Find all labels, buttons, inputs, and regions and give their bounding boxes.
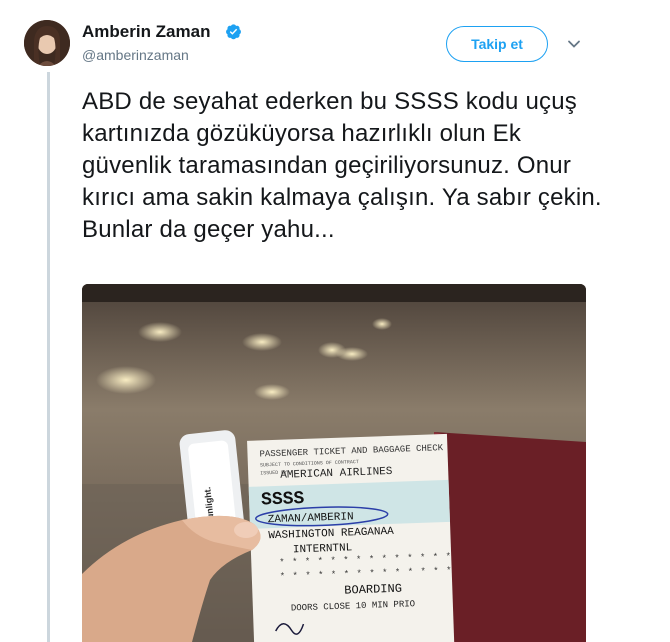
author-handle[interactable]: @amberinzaman <box>82 47 189 63</box>
tweet-photo[interactable]: PASSENGER TICKET AND BAGGAGE CHECK SUBJE… <box>82 284 586 642</box>
thread-line <box>47 72 50 642</box>
verified-badge-icon <box>226 24 241 40</box>
avatar-image <box>24 20 70 66</box>
follow-button[interactable]: Takip et <box>446 26 548 62</box>
author-name[interactable]: Amberin Zaman <box>82 22 210 42</box>
tweet-text: ABD de seyahat ederken bu SSSS kodu uçuş… <box>82 88 602 243</box>
intl-label: INTERNTNL <box>293 542 353 556</box>
boarding-label: BOARDING <box>344 582 402 598</box>
chevron-down-icon[interactable] <box>566 36 582 52</box>
ssss-code: SSSS <box>261 489 305 511</box>
avatar[interactable] <box>24 20 70 66</box>
boarding-pass-photo: PASSENGER TICKET AND BAGGAGE CHECK SUBJE… <box>82 284 586 642</box>
